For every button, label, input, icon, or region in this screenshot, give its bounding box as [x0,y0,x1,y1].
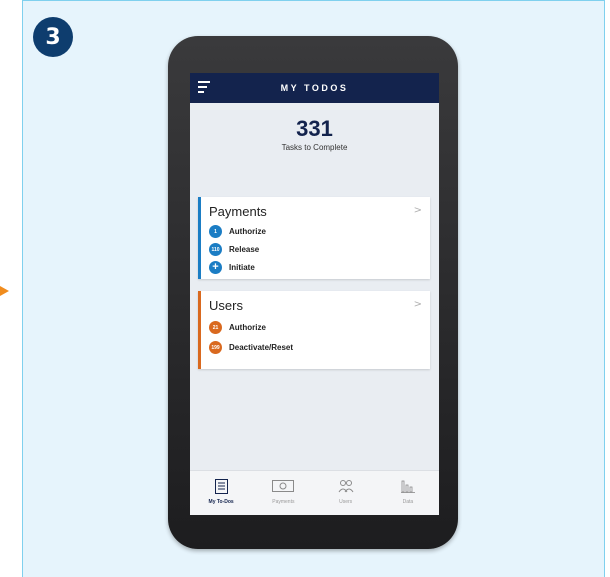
bar-chart-icon [400,477,415,495]
bottom-tab-bar: My To-Dos Payments Users Data [190,470,439,515]
tab-data[interactable]: Data [377,471,439,515]
list-icon [214,477,228,495]
users-deactivate-reset-row[interactable]: 199 Deactivate/Reset [209,341,293,354]
count-badge: 21 [209,321,222,334]
row-label: Authorize [229,323,266,332]
task-summary: 331 Tasks to Complete [190,103,439,167]
row-label: Release [229,245,260,254]
row-label: Initiate [229,263,255,272]
payments-release-row[interactable]: 110 Release [209,243,259,256]
count-badge: 199 [209,341,222,354]
users-icon [338,477,354,495]
count-badge: 110 [209,243,222,256]
users-card-title: Users [209,298,243,313]
app-screen: MY TODOS 331 Tasks to Complete Payments … [190,73,439,515]
row-label: Deactivate/Reset [229,343,294,352]
row-label: Authorize [229,227,266,236]
tab-label: Users [339,499,353,505]
flow-arrow [0,286,9,296]
payments-initiate-row[interactable]: + Initiate [209,261,255,274]
tab-label: Data [402,499,414,505]
chevron-right-icon[interactable]: > [414,299,422,310]
users-card[interactable]: Users > 21 Authorize 199 Deactivate/Rese… [198,291,430,369]
tab-my-todos[interactable]: My To-Dos [190,471,252,515]
tab-label: Payments [272,499,295,505]
payments-card-title: Payments [209,204,267,219]
count-badge: 1 [209,225,222,238]
payments-card[interactable]: Payments > 1 Authorize 110 Release + Ini… [198,197,430,279]
hamburger-menu-icon[interactable] [198,81,210,94]
users-authorize-row[interactable]: 21 Authorize [209,321,266,334]
tab-users[interactable]: Users [315,471,377,515]
tab-label: My To-Dos [208,499,234,505]
step-number-badge: 3 [33,17,73,57]
tab-payments[interactable]: Payments [252,471,314,515]
app-header: MY TODOS [190,73,439,103]
task-count: 331 [296,116,333,141]
chevron-right-icon[interactable]: > [414,205,422,216]
page-title: MY TODOS [280,83,349,93]
plus-icon: + [209,261,222,274]
task-count-label: Tasks to Complete [281,143,348,152]
payments-authorize-row[interactable]: 1 Authorize [209,225,266,238]
cash-icon [272,477,295,495]
